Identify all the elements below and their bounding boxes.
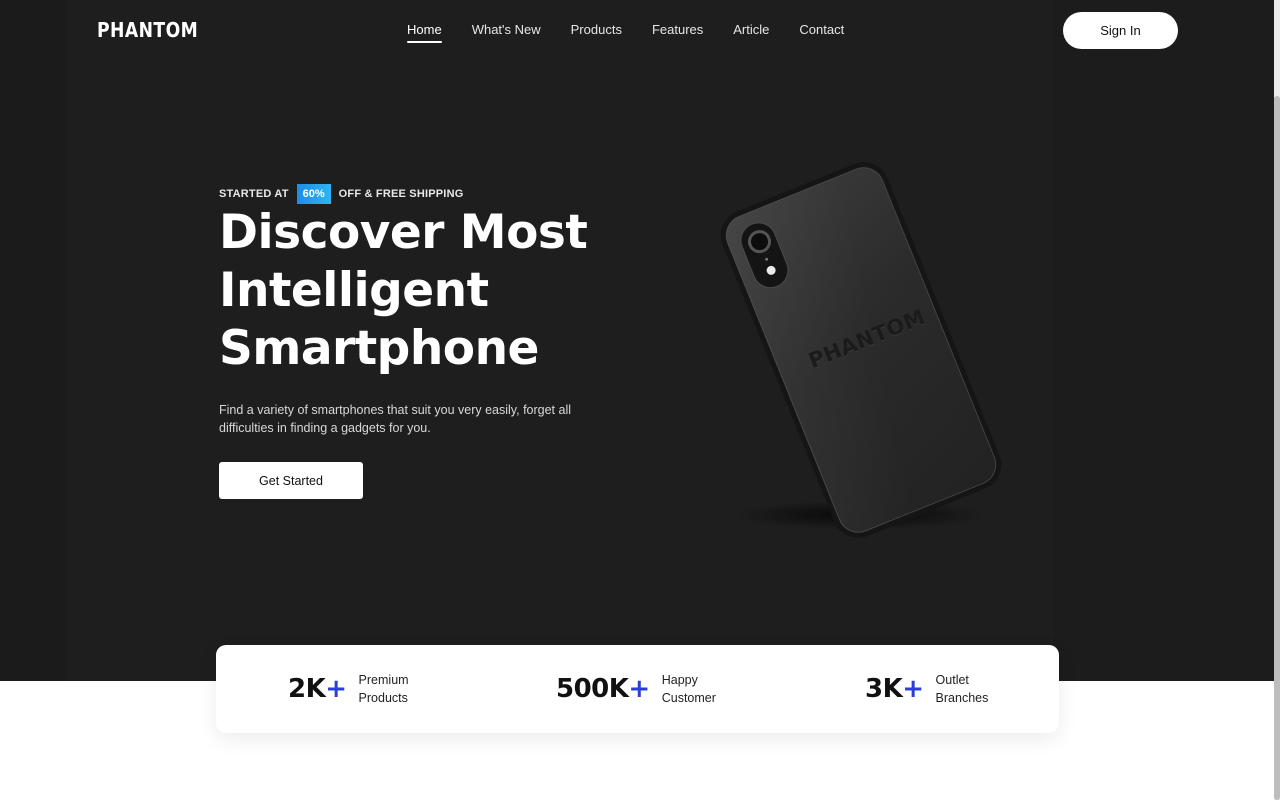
promo-tag: STARTED AT 60% OFF & FREE SHIPPING (219, 184, 463, 204)
stat-label: Premium Products (358, 673, 409, 705)
camera-lens (744, 226, 775, 257)
camera-microphone (764, 257, 769, 262)
hero-right-shade (1054, 0, 1274, 681)
headline-line-3: Smartphone (219, 321, 539, 376)
hero-headline: Discover Most Intelligent Smartphone (219, 204, 659, 378)
nav-item-whats-new[interactable]: What's New (472, 22, 541, 41)
promo-tag-suffix: OFF & FREE SHIPPING (338, 188, 464, 200)
phone-image: PHANTOM (700, 154, 1020, 546)
get-started-button[interactable]: Get Started (219, 462, 363, 499)
stat-label: Happy Customer (661, 673, 716, 705)
stat-number: 2K+ (288, 674, 347, 704)
stat-number: 3K+ (865, 674, 924, 704)
discount-badge: 60% (296, 184, 331, 204)
brand-logo[interactable]: PHANTOM (97, 18, 198, 42)
headline-line-2: Intelligent (219, 263, 489, 318)
promo-tag-prefix: STARTED AT (219, 188, 289, 200)
stat-customers: 500K+ Happy Customer (556, 645, 716, 733)
nav-item-products[interactable]: Products (571, 22, 622, 41)
stats-card: 2K+ Premium Products 500K+ Happy Custome… (216, 645, 1059, 733)
stat-branches: 3K+ Outlet Branches (865, 645, 988, 733)
sign-in-button[interactable]: Sign In (1063, 12, 1178, 49)
nav-item-contact[interactable]: Contact (799, 22, 844, 41)
stat-products: 2K+ Premium Products (288, 645, 409, 733)
hero-left-shade (0, 0, 66, 681)
stat-label: Outlet Branches (935, 673, 989, 705)
scrollbar-thumb[interactable] (1274, 96, 1280, 800)
nav-item-home[interactable]: Home (407, 22, 442, 43)
nav-item-article[interactable]: Article (733, 22, 769, 41)
headline-line-1: Discover Most (219, 205, 588, 260)
phone-body: PHANTOM (712, 154, 1010, 546)
main-nav: Home What's New Products Features Articl… (407, 22, 844, 43)
hero-description: Find a variety of smartphones that suit … (219, 403, 572, 435)
nav-item-features[interactable]: Features (652, 22, 703, 41)
stat-number: 500K+ (556, 674, 650, 704)
camera-flash (765, 264, 777, 277)
